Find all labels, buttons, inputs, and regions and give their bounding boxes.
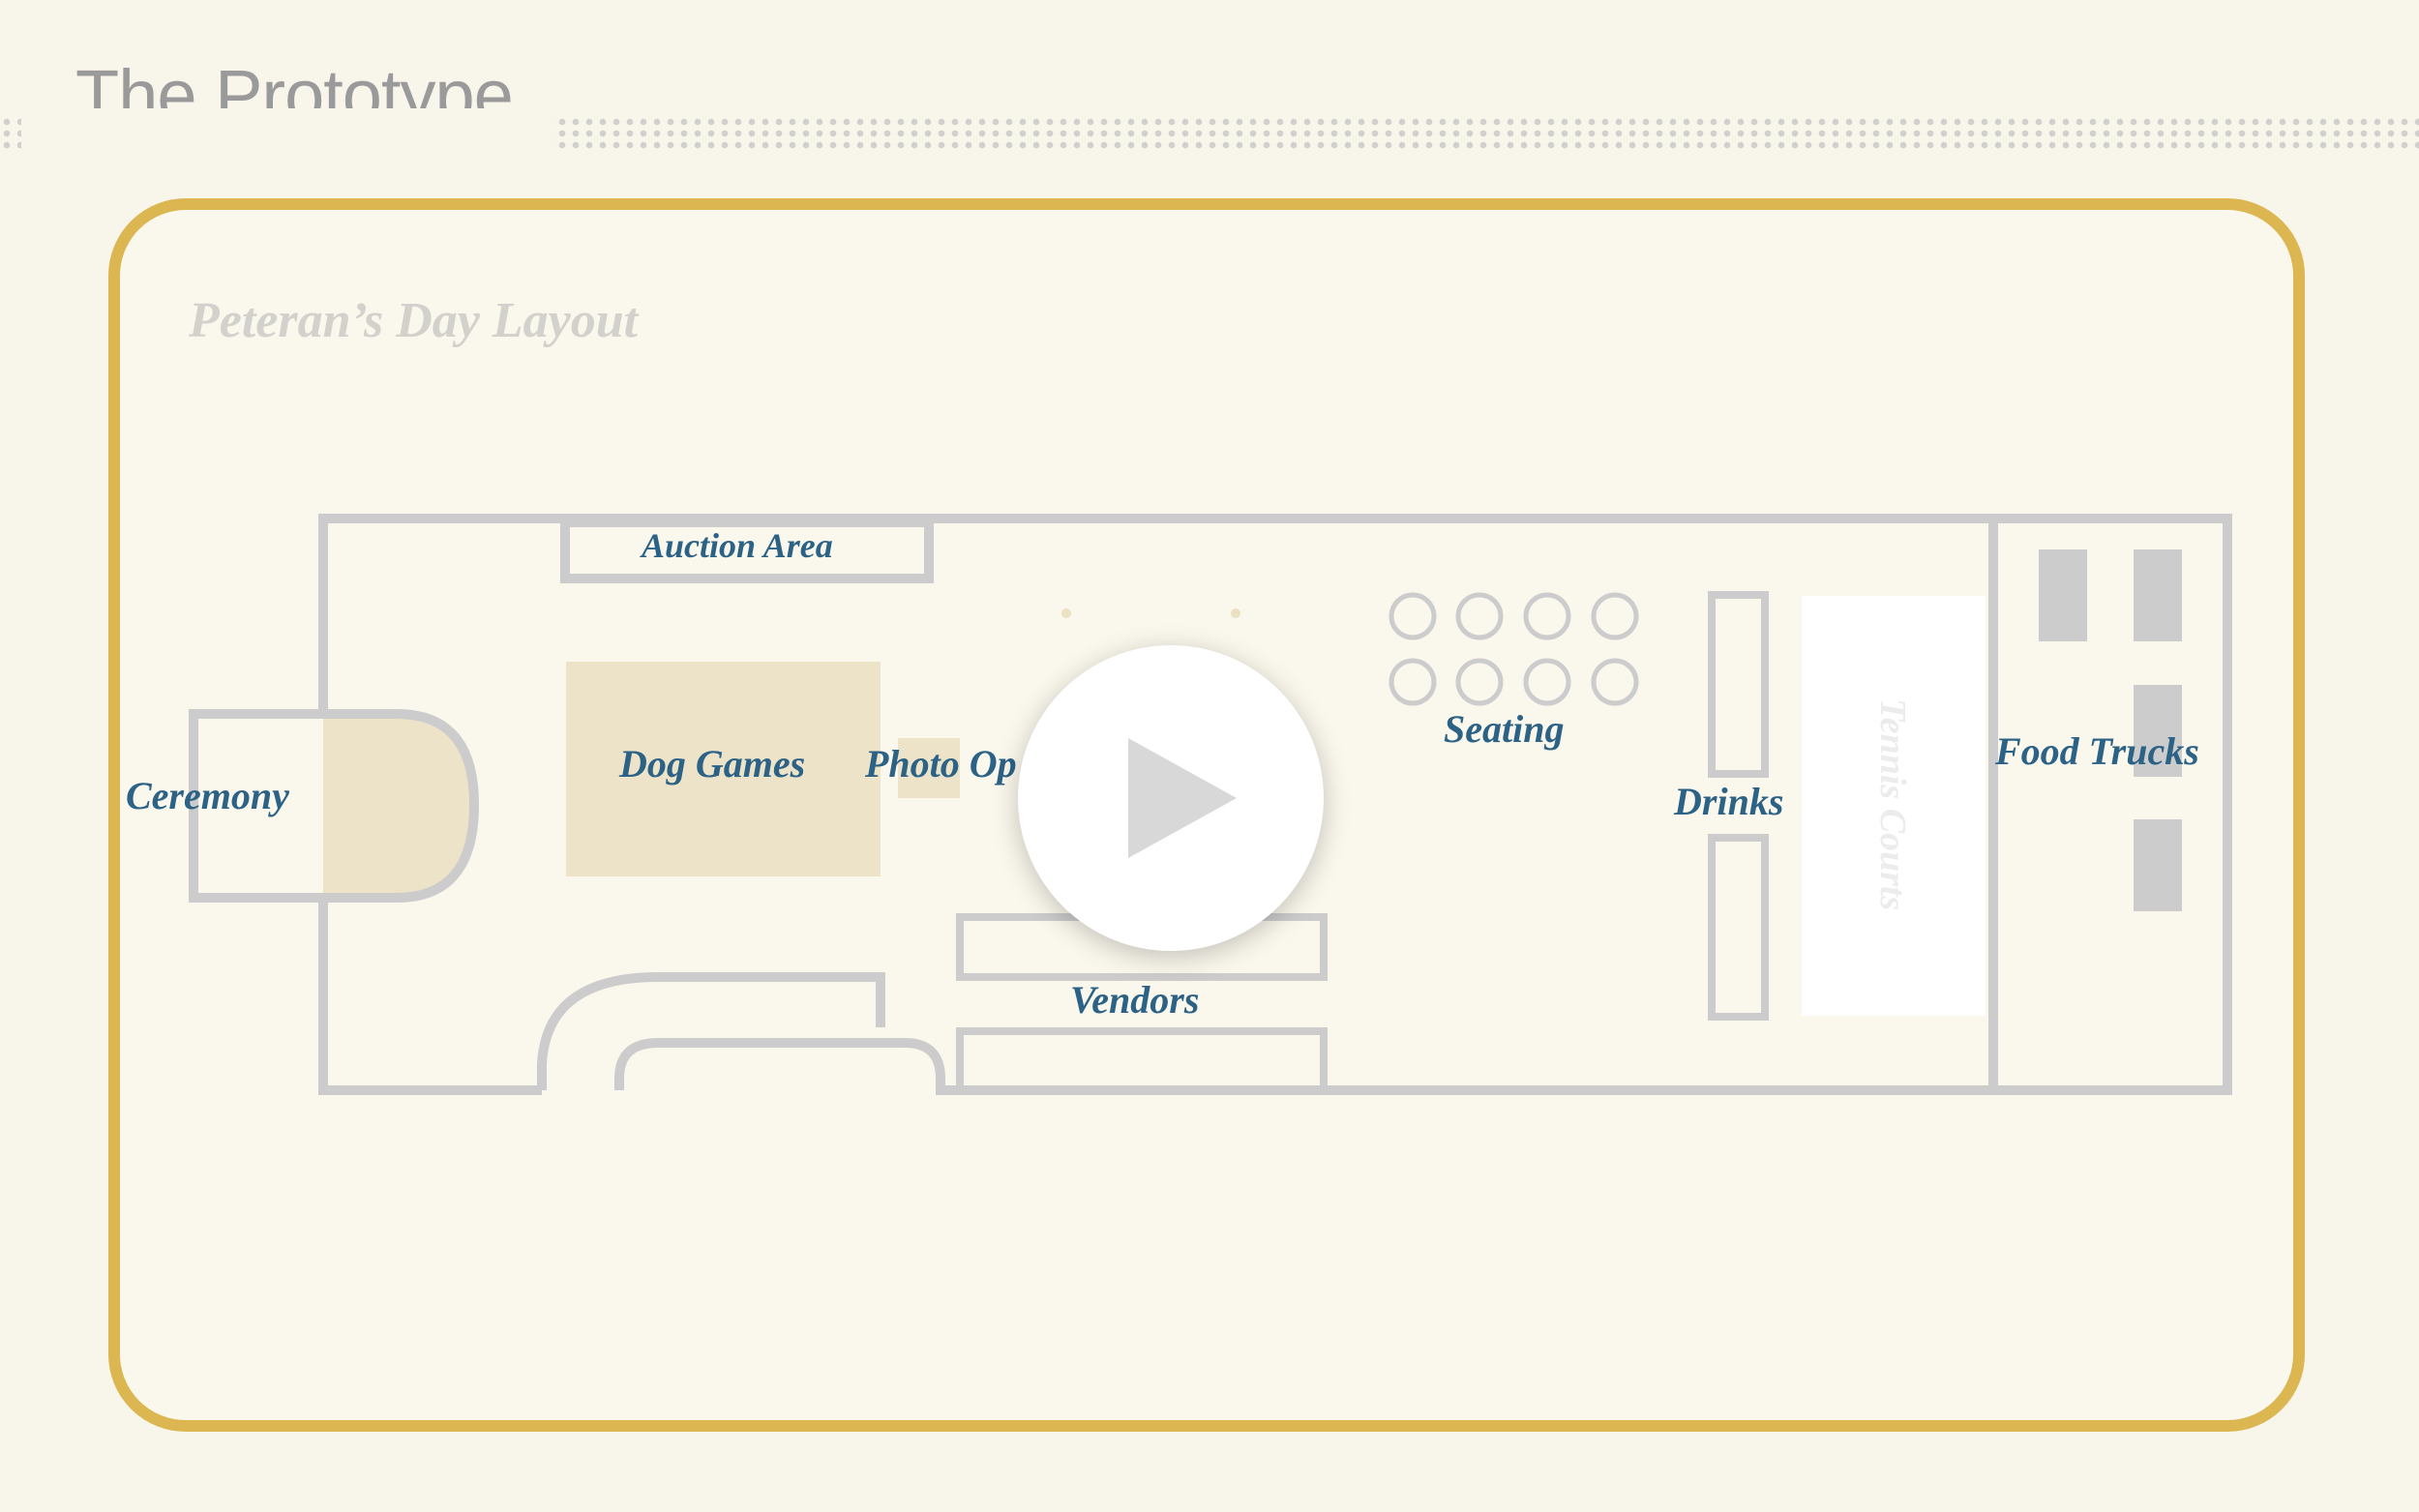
seating-table	[1389, 592, 1437, 640]
seating-table	[1455, 592, 1504, 640]
vendor-booth	[956, 1027, 1328, 1095]
vendors-label: Vendors	[1070, 978, 1199, 1022]
seating-table	[1389, 658, 1437, 706]
drinks-bar	[1708, 591, 1769, 778]
food-truck	[2039, 549, 2087, 641]
seating-label: Seating	[1444, 707, 1564, 751]
food-truck	[2134, 819, 2182, 911]
seating-table	[1591, 592, 1639, 640]
food-truck-lot	[1988, 514, 2232, 1095]
drinks-label: Drinks	[1673, 780, 1783, 823]
layout-title: Peteran’s Day Layout	[188, 293, 640, 348]
food-trucks-label: Food Trucks	[1994, 729, 2199, 773]
dog-games-label: Dog Games	[618, 742, 805, 786]
seating-table	[1523, 592, 1571, 640]
ceremony-label: Ceremony	[126, 774, 289, 817]
tennis-courts-label: Tennis Courts	[1872, 698, 1913, 910]
photo-op-label: Photo Op	[864, 742, 1017, 786]
auction-area-label: Auction Area	[640, 526, 833, 565]
food-truck	[2134, 549, 2182, 641]
seating-table	[1591, 658, 1639, 706]
ceremony-stage-fill	[323, 716, 474, 896]
seating-tables	[1389, 592, 1639, 706]
play-button[interactable]	[1018, 645, 1324, 951]
stair-curve	[537, 972, 885, 1090]
seating-table	[1523, 658, 1571, 706]
drinks-bar	[1708, 834, 1769, 1021]
seating-table	[1455, 658, 1504, 706]
play-icon	[1128, 738, 1237, 858]
